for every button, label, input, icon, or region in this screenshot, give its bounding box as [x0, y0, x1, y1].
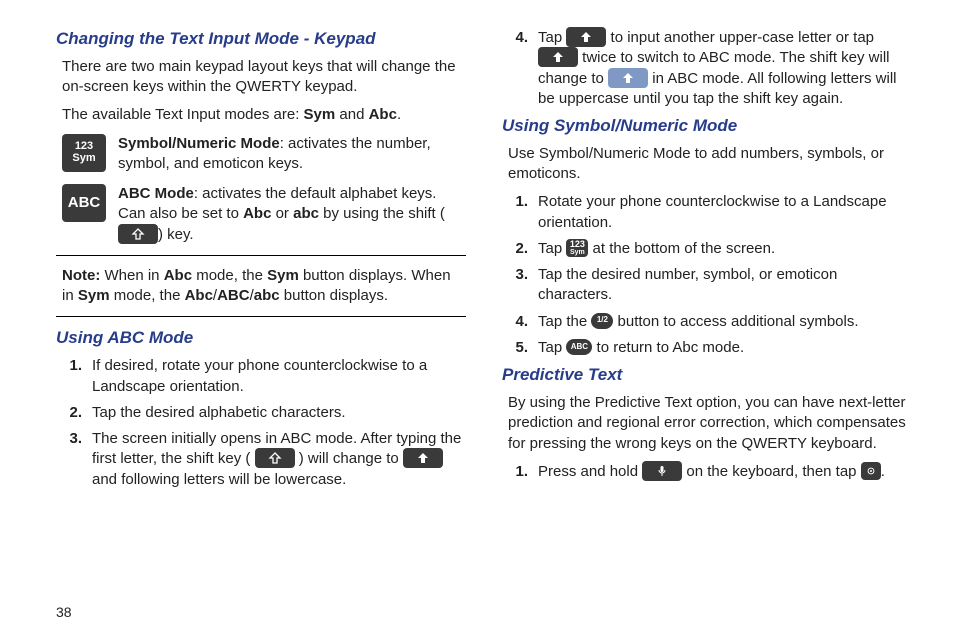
list-item: 1. Press and hold on the keyboard, then … — [508, 462, 912, 482]
shift-key-solid-icon — [538, 47, 578, 67]
icon-line1: 123 — [570, 240, 585, 249]
list-item: 5. Tap ABC to return to Abc mode. — [508, 338, 912, 358]
text: ) key. — [158, 226, 194, 243]
list-body: Rotate your phone counterclockwise to a … — [538, 192, 912, 233]
text: . — [881, 463, 885, 480]
list-body: Tap the desired alphabetic characters. — [92, 403, 466, 423]
bold: Symbol/Numeric Mode — [118, 135, 280, 152]
text: on the keyboard, then tap — [682, 463, 860, 480]
list-number: 3. — [62, 429, 82, 490]
divider — [56, 255, 466, 256]
bold: abc — [254, 287, 280, 304]
text: button displays. — [280, 287, 388, 304]
list-number: 5. — [508, 338, 528, 358]
heading-changing-mode: Changing the Text Input Mode - Keypad — [56, 28, 466, 51]
text: button to access additional symbols. — [613, 313, 858, 330]
mic-key-icon — [642, 461, 682, 481]
shift-key-light-icon — [608, 68, 648, 88]
icon-line1: 123 — [75, 141, 93, 153]
list-item: 3. The screen initially opens in ABC mod… — [62, 429, 466, 490]
bold: Abc — [185, 287, 213, 304]
list-number: 2. — [508, 239, 528, 259]
sym-key-icon: 123Sym — [566, 239, 588, 257]
text: mode, the — [110, 287, 185, 304]
text: . — [397, 106, 401, 123]
mode-row-sym: 123 Sym Symbol/Numeric Mode: activates t… — [56, 134, 466, 175]
para-modes: The available Text Input modes are: Sym … — [56, 105, 466, 125]
bold: Abc — [164, 267, 192, 284]
list-body: Tap 123Sym at the bottom of the screen. — [538, 239, 912, 259]
para-sym-intro: Use Symbol/Numeric Mode to add numbers, … — [502, 144, 912, 185]
list-body: The screen initially opens in ABC mode. … — [92, 429, 466, 490]
bold: ABC Mode — [118, 185, 194, 202]
list-item: 4. Tap the 1/2 button to access addition… — [508, 312, 912, 332]
shift-key-solid-icon — [403, 448, 443, 468]
divider — [56, 316, 466, 317]
text: to return to Abc mode. — [592, 339, 744, 356]
bold-sym: Sym — [304, 106, 336, 123]
fraction-key-icon: 1/2 — [591, 313, 613, 329]
icon-line2: Sym — [72, 153, 95, 165]
list-number: 1. — [508, 192, 528, 233]
list-body: Tap the 1/2 button to access additional … — [538, 312, 912, 332]
list-item: 1. Rotate your phone counterclockwise to… — [508, 192, 912, 233]
list-number: 1. — [62, 356, 82, 397]
text: and following letters will be lowercase. — [92, 471, 346, 488]
list-item: 2. Tap 123Sym at the bottom of the scree… — [508, 239, 912, 259]
bold: Sym — [78, 287, 110, 304]
bold-abc: Abc — [369, 106, 397, 123]
abc-key-icon: ABC — [566, 339, 592, 355]
text: or — [271, 205, 293, 222]
heading-using-abc: Using ABC Mode — [56, 327, 466, 350]
text: ) will change to — [295, 450, 403, 467]
list-body: Tap the desired number, symbol, or emoti… — [538, 265, 912, 306]
text: Press and hold — [538, 463, 642, 480]
para-intro: There are two main keypad layout keys th… — [56, 57, 466, 98]
sym-mode-icon: 123 Sym — [62, 134, 106, 172]
text: and — [335, 106, 368, 123]
sym-mode-desc: Symbol/Numeric Mode: activates the numbe… — [118, 134, 466, 175]
bold: Abc — [243, 205, 271, 222]
note-label: Note: — [62, 267, 100, 284]
text: to input another upper-case letter or ta… — [606, 29, 874, 46]
list-item: 3. Tap the desired number, symbol, or em… — [508, 265, 912, 306]
list-number: 1. — [508, 462, 528, 482]
mode-row-abc: ABC ABC Mode: activates the default alph… — [56, 184, 466, 245]
text: Tap — [538, 29, 566, 46]
list-number: 4. — [508, 312, 528, 332]
note: Note: When in Abc mode, the Sym button d… — [56, 266, 466, 307]
text: Tap the — [538, 313, 591, 330]
heading-predictive: Predictive Text — [502, 364, 912, 387]
text: Tap — [538, 240, 566, 257]
shift-key-icon — [118, 224, 158, 244]
text: at the bottom of the screen. — [588, 240, 775, 257]
page-number: 38 — [56, 603, 72, 622]
list-body: Tap ABC to return to Abc mode. — [538, 338, 912, 358]
list-item: 4. Tap to input another upper-case lette… — [508, 28, 912, 109]
para-predictive: By using the Predictive Text option, you… — [502, 393, 912, 454]
text: The available Text Input modes are: — [62, 106, 304, 123]
text: Tap — [538, 339, 566, 356]
abc-mode-desc: ABC Mode: activates the default alphabet… — [118, 184, 466, 245]
heading-using-sym: Using Symbol/Numeric Mode — [502, 115, 912, 138]
list-body: Press and hold on the keyboard, then tap… — [538, 462, 912, 482]
bold: ABC — [217, 287, 250, 304]
bold: abc — [293, 205, 319, 222]
list-item: 2. Tap the desired alphabetic characters… — [62, 403, 466, 423]
bold: Sym — [267, 267, 299, 284]
shift-key-outline-icon — [255, 448, 295, 468]
list-number: 2. — [62, 403, 82, 423]
list-number: 4. — [508, 28, 528, 109]
list-body: Tap to input another upper-case letter o… — [538, 28, 912, 109]
list-item: 1. If desired, rotate your phone counter… — [62, 356, 466, 397]
shift-key-solid-icon — [566, 27, 606, 47]
icon-line2: Sym — [570, 249, 585, 256]
gear-key-icon — [861, 462, 881, 480]
list-number: 3. — [508, 265, 528, 306]
text: When in — [105, 267, 164, 284]
text: mode, the — [192, 267, 267, 284]
list-body: If desired, rotate your phone counterclo… — [92, 356, 466, 397]
abc-mode-icon: ABC — [62, 184, 106, 222]
text: by using the shift ( — [319, 205, 445, 222]
